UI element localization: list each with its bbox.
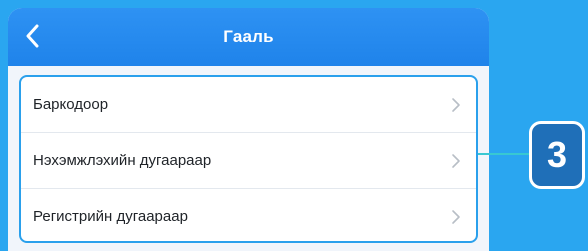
list-item-barcode[interactable]: Баркодоор: [21, 77, 476, 133]
chevron-right-icon: [452, 209, 460, 224]
page-title: Гааль: [223, 27, 274, 46]
list-item-label: Баркодоор: [33, 96, 109, 113]
back-button[interactable]: [16, 20, 48, 52]
chevron-right-icon: [452, 153, 460, 168]
chevron-left-icon: [26, 24, 39, 48]
list-item-label: Регистрийн дугаараар: [33, 208, 188, 225]
options-list: Баркодоор Нэхэмжлэхийн дугаараар Регистр…: [19, 75, 478, 243]
chevron-right-icon: [452, 97, 460, 112]
phone-screen: Гааль Баркодоор Нэхэмжлэхийн дугаараар Р…: [8, 8, 489, 251]
navigation-bar: Гааль: [8, 8, 489, 66]
list-item-register-number[interactable]: Регистрийн дугаараар: [21, 189, 476, 241]
list-item-label: Нэхэмжлэхийн дугаараар: [33, 152, 212, 169]
callout-number-badge: 3: [529, 121, 585, 189]
list-item-invoice-number[interactable]: Нэхэмжлэхийн дугаараар: [21, 133, 476, 189]
callout-connector-line: [478, 153, 529, 155]
